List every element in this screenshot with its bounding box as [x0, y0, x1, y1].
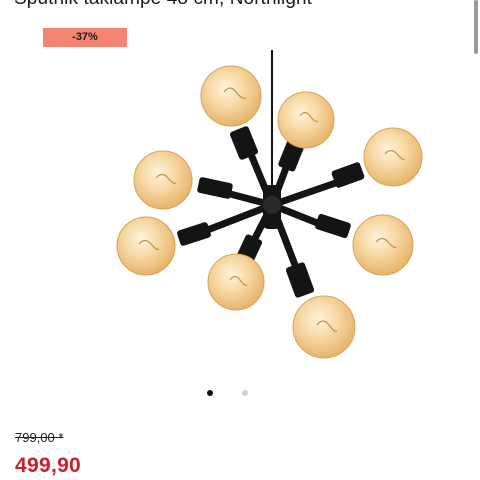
product-title: Sputnik taklampe 48 cm, Northlight	[14, 0, 312, 10]
discount-badge: -37%	[43, 28, 127, 47]
carousel-dot-1[interactable]	[207, 390, 213, 396]
current-price: 499,90	[15, 454, 82, 477]
carousel-dot-2[interactable]	[242, 390, 248, 396]
carousel-dots	[0, 390, 480, 398]
lamp-hub	[263, 185, 281, 229]
bulb-top-left	[200, 65, 262, 127]
bulb-right-lower	[352, 214, 414, 276]
old-price: 799,00 *	[15, 430, 64, 445]
bulb-right-upper	[363, 127, 423, 187]
bulb-top-center	[277, 91, 335, 149]
bulb-left-lower	[116, 216, 176, 276]
bulb-bottom-right	[292, 295, 356, 359]
bulb-left-upper	[133, 150, 193, 210]
bulb-bottom-center	[207, 253, 265, 311]
product-image[interactable]	[0, 48, 480, 378]
scrollbar[interactable]	[474, 0, 478, 54]
